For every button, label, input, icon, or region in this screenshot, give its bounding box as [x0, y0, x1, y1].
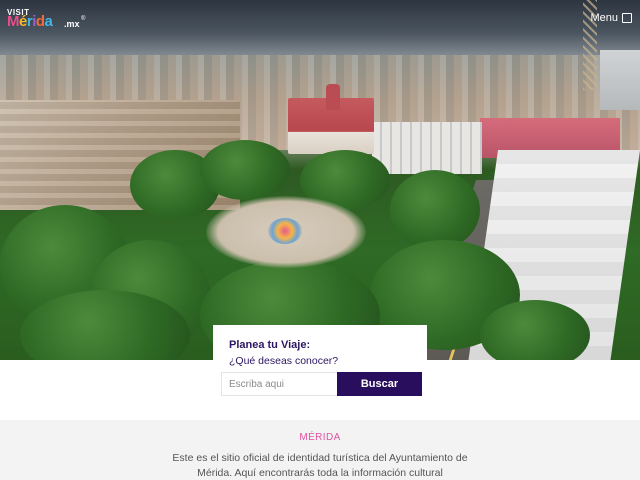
page: VISIT Mérida .mx ® Menu Planea tu Viaje:…: [0, 0, 640, 480]
hero-sky: [0, 0, 640, 60]
trip-planner-card: Planea tu Viaje: ¿Qué deseas conocer? Bu…: [213, 325, 427, 398]
hero-cathedral-tower: [326, 84, 340, 110]
logo-mx-text: .mx: [64, 19, 80, 29]
hero-tall-building: [600, 50, 640, 110]
search-button[interactable]: Buscar: [337, 372, 422, 396]
trip-planner-subtitle: ¿Qué deseas conocer?: [229, 355, 339, 367]
menu-label: Menu: [590, 12, 618, 24]
menu-button[interactable]: Menu: [590, 10, 632, 26]
hero-fountain: [268, 218, 302, 244]
menu-icon: [622, 13, 632, 23]
info-text: Este es el sitio oficial de identidad tu…: [172, 452, 468, 479]
trip-planner-title: Planea tu Viaje:: [229, 339, 311, 351]
logo-registered-mark: ®: [81, 16, 86, 22]
hero-image: [0, 0, 640, 360]
logo-merida-text: Mérida: [7, 13, 53, 30]
hero-building: [372, 122, 482, 174]
site-logo[interactable]: VISIT Mérida .mx ®: [7, 8, 87, 30]
info-heading: MÉRIDA: [299, 432, 341, 443]
hero-tree: [390, 170, 480, 250]
info-section: MÉRIDA Este es el sitio oficial de ident…: [0, 420, 640, 480]
search-input[interactable]: [221, 372, 337, 396]
search-row: Buscar: [221, 372, 422, 396]
hero-tree: [200, 140, 290, 200]
